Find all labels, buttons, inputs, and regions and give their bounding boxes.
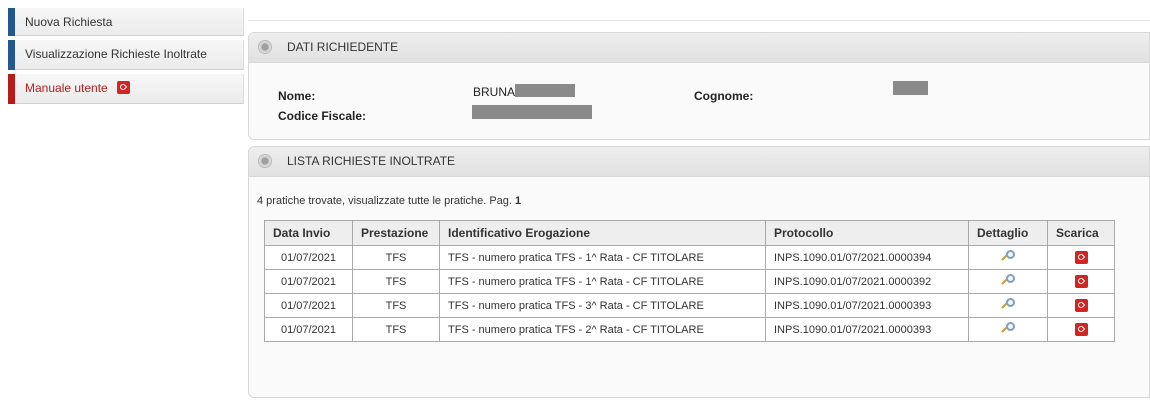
- sidebar-item-marker: [8, 8, 15, 36]
- cell-dettaglio: [968, 245, 1048, 270]
- cell-prestazione: TFS: [352, 293, 440, 318]
- table-header-row: Data Invio Prestazione Identificativo Er…: [264, 220, 1115, 246]
- column-header-scarica: Scarica: [1047, 220, 1115, 246]
- cell-data-invio: 01/07/2021: [264, 293, 353, 318]
- cell-data-invio: 01/07/2021: [264, 269, 353, 294]
- sidebar-item-label: Nuova Richiesta: [25, 15, 113, 29]
- nome-value-text: BRUNA: [473, 85, 516, 99]
- cell-protocollo: INPS.1090.01/07/2021.0000392: [765, 269, 969, 294]
- cell-scarica: [1047, 245, 1115, 270]
- codice-fiscale-value: [472, 105, 592, 121]
- panel-title: DATI RICHIEDENTE: [287, 40, 399, 54]
- cognome-value: [893, 81, 928, 97]
- redacted-block: [472, 105, 592, 119]
- table-row: 01/07/2021 TFS TFS - numero pratica TFS …: [264, 245, 1115, 270]
- cell-dettaglio: [968, 269, 1048, 294]
- cell-data-invio: 01/07/2021: [264, 245, 353, 270]
- cell-identificativo: TFS - numero pratica TFS - 1^ Rata - CF …: [439, 245, 766, 270]
- sidebar-item-marker: [8, 74, 15, 104]
- magnifier-icon[interactable]: [1001, 274, 1015, 289]
- cell-protocollo: INPS.1090.01/07/2021.0000394: [765, 245, 969, 270]
- cell-scarica: [1047, 293, 1115, 318]
- pdf-icon[interactable]: [1074, 298, 1088, 312]
- cell-prestazione: TFS: [352, 317, 440, 342]
- sidebar-item-label: Manuale utente: [25, 81, 108, 95]
- redacted-block: [515, 84, 576, 97]
- pdf-icon[interactable]: [1074, 250, 1088, 264]
- pdf-icon[interactable]: [1074, 274, 1088, 288]
- cell-dettaglio: [968, 293, 1048, 318]
- cell-prestazione: TFS: [352, 245, 440, 270]
- column-header-protocollo: Protocollo: [765, 220, 969, 246]
- panel-header: LISTA RICHIESTE INOLTRATE: [249, 147, 1149, 177]
- dati-richiedente-panel: DATI RICHIEDENTE Nome: BRUNA Cognome: Co…: [248, 32, 1150, 140]
- top-divider: [248, 20, 1150, 21]
- table-row: 01/07/2021 TFS TFS - numero pratica TFS …: [264, 317, 1115, 342]
- page-number: 1: [515, 195, 522, 207]
- redacted-block: [893, 81, 928, 95]
- codice-fiscale-label: Codice Fiscale:: [278, 109, 367, 123]
- cell-protocollo: INPS.1090.01/07/2021.0000393: [765, 293, 969, 318]
- sidebar-item-nuova-richiesta[interactable]: Nuova Richiesta: [8, 8, 244, 36]
- sidebar-item-label: Visualizzazione Richieste Inoltrate: [25, 47, 207, 61]
- column-header-prestazione: Prestazione: [352, 220, 440, 246]
- panel-title: LISTA RICHIESTE INOLTRATE: [287, 154, 456, 168]
- column-header-identificativo: Identificativo Erogazione: [439, 220, 766, 246]
- cell-protocollo: INPS.1090.01/07/2021.0000393: [765, 317, 969, 342]
- table-row: 01/07/2021 TFS TFS - numero pratica TFS …: [264, 293, 1115, 318]
- sidebar-item-manuale-utente[interactable]: Manuale utente: [8, 74, 244, 104]
- sidebar-item-visualizzazione-richieste[interactable]: Visualizzazione Richieste Inoltrate: [8, 40, 244, 70]
- cell-scarica: [1047, 269, 1115, 294]
- cell-scarica: [1047, 317, 1115, 342]
- results-summary-text: 4 pratiche trovate, visualizzate tutte l…: [257, 195, 512, 207]
- cognome-label: Cognome:: [694, 89, 754, 103]
- cell-identificativo: TFS - numero pratica TFS - 1^ Rata - CF …: [439, 269, 766, 294]
- radio-circle-icon: [258, 154, 272, 168]
- column-header-dettaglio: Dettaglio: [968, 220, 1048, 246]
- sidebar-item-marker: [8, 40, 15, 70]
- magnifier-icon[interactable]: [1001, 250, 1015, 265]
- cell-identificativo: TFS - numero pratica TFS - 3^ Rata - CF …: [439, 293, 766, 318]
- table-row: 01/07/2021 TFS TFS - numero pratica TFS …: [264, 269, 1115, 294]
- magnifier-icon[interactable]: [1001, 298, 1015, 313]
- radio-circle-icon: [258, 40, 272, 54]
- nome-label: Nome:: [278, 89, 316, 103]
- results-summary: 4 pratiche trovate, visualizzate tutte l…: [257, 195, 521, 207]
- magnifier-icon[interactable]: [1001, 322, 1015, 337]
- cell-dettaglio: [968, 317, 1048, 342]
- pdf-icon: [117, 81, 131, 94]
- richieste-table: Data Invio Prestazione Identificativo Er…: [264, 220, 1115, 342]
- nome-value: BRUNA: [473, 84, 576, 99]
- cell-data-invio: 01/07/2021: [264, 317, 353, 342]
- cell-identificativo: TFS - numero pratica TFS - 2^ Rata - CF …: [439, 317, 766, 342]
- lista-richieste-panel: LISTA RICHIESTE INOLTRATE 4 pratiche tro…: [248, 146, 1150, 398]
- pdf-icon[interactable]: [1074, 322, 1088, 336]
- cell-prestazione: TFS: [352, 269, 440, 294]
- column-header-data-invio: Data Invio: [264, 220, 353, 246]
- sidebar: Nuova Richiesta Visualizzazione Richiest…: [8, 8, 244, 108]
- panel-header: DATI RICHIEDENTE: [249, 33, 1149, 63]
